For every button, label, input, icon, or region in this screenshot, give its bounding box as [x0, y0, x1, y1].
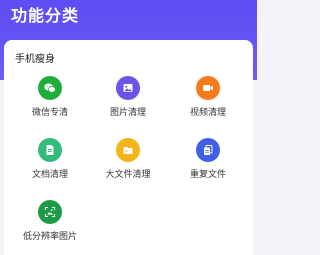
item-label: 文档清理 — [31, 170, 68, 180]
image-icon — [116, 76, 140, 100]
wechat-icon — [38, 76, 62, 100]
duplicate-file-icon — [196, 138, 220, 162]
image-clean-item[interactable]: 图片清理 — [93, 76, 163, 118]
duplicate-file-item[interactable]: 重复文件 — [173, 138, 243, 180]
item-label: 图片清理 — [109, 108, 146, 118]
item-label: 大文件清理 — [105, 170, 151, 180]
document-clean-item[interactable]: 文档清理 — [15, 138, 85, 180]
video-clean-item[interactable]: 视频清理 — [173, 76, 243, 118]
page-title: 功能分类 — [11, 6, 80, 25]
large-file-clean-item[interactable]: 大文件清理 — [93, 138, 163, 180]
video-icon — [196, 76, 220, 100]
section-title: 手机瘦身 — [15, 54, 55, 65]
feature-card: 手机瘦身 微信专清 图片清理 视频清理 文档清理 大文件清理 重复文件 低分辨率… — [4, 40, 253, 255]
item-label: 微信专清 — [31, 108, 68, 118]
item-label: 视频清理 — [189, 108, 226, 118]
item-label: 低分辨率图片 — [22, 232, 77, 242]
item-label: 重复文件 — [189, 170, 226, 180]
document-icon — [38, 138, 62, 162]
wechat-clean-item[interactable]: 微信专清 — [15, 76, 85, 118]
low-resolution-image-item[interactable]: 低分辨率图片 — [15, 200, 85, 242]
folder-icon — [116, 138, 140, 162]
scan-image-icon — [38, 200, 62, 224]
